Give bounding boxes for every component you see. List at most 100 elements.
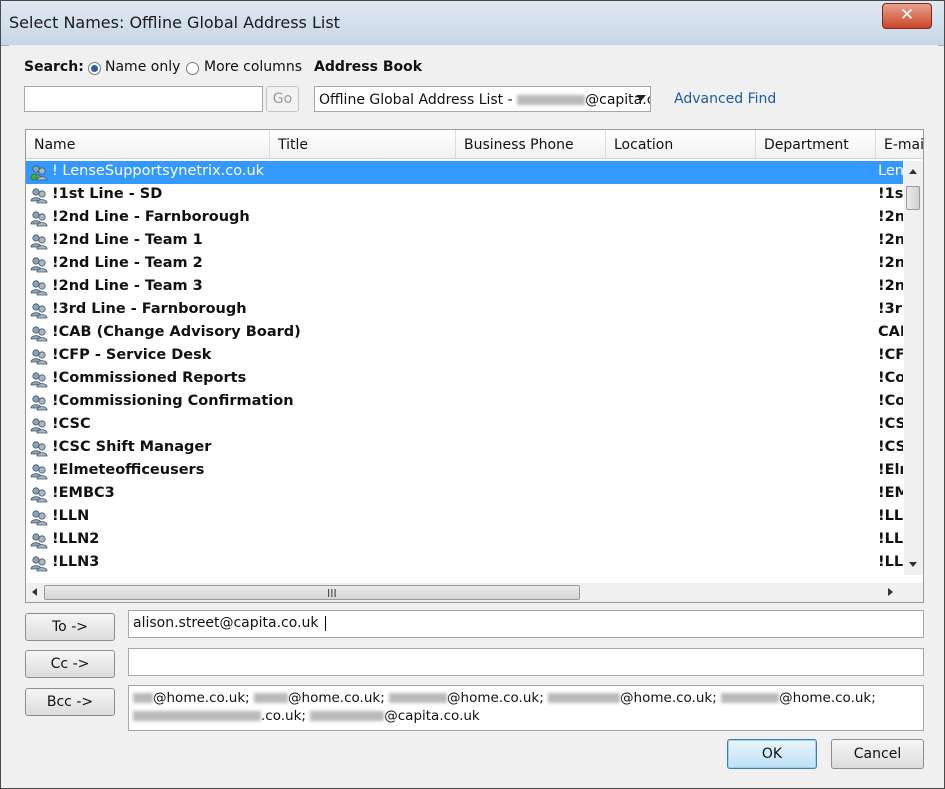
distribution-list-icon xyxy=(30,326,48,342)
list-item-name: !EMBC3 xyxy=(52,485,115,501)
column-header-name[interactable]: Name xyxy=(26,130,270,158)
address-list[interactable]: Name Title Business Phone Location Depar… xyxy=(25,129,924,603)
chevron-down-icon[interactable] xyxy=(636,95,646,101)
list-item-name: !3rd Line - Farnborough xyxy=(52,301,247,317)
ok-button[interactable]: OK xyxy=(727,739,817,769)
list-item[interactable]: !CSC Shift Manager !CS xyxy=(26,437,903,460)
horizontal-scrollbar[interactable]: III xyxy=(26,583,923,602)
horizontal-scroll-thumb[interactable]: III xyxy=(44,585,580,600)
more-columns-label[interactable]: More columns xyxy=(204,59,302,75)
to-button[interactable]: To -> xyxy=(25,613,115,641)
redacted-text xyxy=(133,711,261,721)
list-item[interactable]: !1st Line - SD !1st xyxy=(26,184,903,207)
close-button[interactable]: ✕ xyxy=(882,3,932,29)
title-bar[interactable]: Select Names: Offline Global Address Lis… xyxy=(1,1,944,46)
list-item-name: !Elmeteofficeusers xyxy=(52,462,205,478)
to-field[interactable]: alison.street@capita.co.uk xyxy=(128,610,924,638)
list-item-name: !CFP - Service Desk xyxy=(52,347,212,363)
list-item[interactable]: !2nd Line - Farnborough !2n xyxy=(26,207,903,230)
distribution-list-icon xyxy=(30,372,48,388)
list-item-name: !CSC xyxy=(52,416,91,432)
list-item-name: !2nd Line - Farnborough xyxy=(52,209,250,225)
list-item[interactable]: !2nd Line - Team 1 !2n xyxy=(26,230,903,253)
advanced-find-link[interactable]: Advanced Find xyxy=(674,91,776,107)
scroll-down-icon[interactable] xyxy=(909,562,917,567)
close-icon: ✕ xyxy=(899,5,915,25)
bcc-fragment: @home.co.uk; xyxy=(620,690,722,706)
name-only-radio[interactable] xyxy=(88,62,101,75)
search-label: Search: xyxy=(24,59,84,75)
address-book-label: Address Book xyxy=(314,59,423,75)
bcc-field[interactable]: @home.co.uk; @home.co.uk; @home.co.uk; @… xyxy=(128,685,924,731)
list-item-email: !LLI xyxy=(878,508,903,524)
select-names-dialog: Select Names: Offline Global Address Lis… xyxy=(0,0,945,789)
list-item-email: !1st xyxy=(878,186,903,202)
column-header-department[interactable]: Department xyxy=(756,130,876,158)
bcc-fragment: .co.uk; xyxy=(261,708,311,724)
list-item-email: CAE xyxy=(878,324,903,340)
go-button[interactable]: Go xyxy=(266,86,299,112)
list-item-email: !2n xyxy=(878,255,903,271)
distribution-list-icon xyxy=(30,234,48,250)
column-header-business-phone[interactable]: Business Phone xyxy=(456,130,606,158)
scroll-up-icon[interactable] xyxy=(909,169,917,174)
list-item[interactable]: !Commissioning Confirmation !Cor xyxy=(26,391,903,414)
cc-button[interactable]: Cc -> xyxy=(25,650,115,678)
bcc-fragment: @home.co.uk; xyxy=(447,690,549,706)
window-title: Select Names: Offline Global Address Lis… xyxy=(9,13,340,32)
vertical-scrollbar[interactable] xyxy=(904,161,923,575)
address-book-select[interactable]: Offline Global Address List - @capita.co… xyxy=(314,86,651,112)
distribution-list-icon xyxy=(30,487,48,503)
list-item[interactable]: !CFP - Service Desk !CF xyxy=(26,345,903,368)
address-book-prefix: Offline Global Address List - xyxy=(319,92,518,108)
list-item[interactable]: !LLN2 !LLI xyxy=(26,529,903,552)
list-item[interactable]: ! LenseSupportsynetrix.co.uk Lens xyxy=(26,161,903,184)
list-item-email: !Cor xyxy=(878,370,903,386)
distribution-list-icon xyxy=(30,533,48,549)
redacted-text xyxy=(721,693,780,703)
list-item[interactable]: !Elmeteofficeusers !Elr xyxy=(26,460,903,483)
list-item-name: ! LenseSupportsynetrix.co.uk xyxy=(52,163,265,179)
list-item[interactable]: !2nd Line - Team 3 !2n xyxy=(26,276,903,299)
scroll-left-icon[interactable] xyxy=(32,588,37,596)
column-header-email[interactable]: E-mail xyxy=(876,130,923,158)
list-item-email: !Elr xyxy=(878,462,903,478)
list-item[interactable]: !CAB (Change Advisory Board) CAE xyxy=(26,322,903,345)
list-item[interactable]: !LLN !LLI xyxy=(26,506,903,529)
list-item[interactable]: !EMBC3 !EM xyxy=(26,483,903,506)
dialog-body: Search: Name only More columns Address B… xyxy=(9,45,938,782)
distribution-list-icon xyxy=(30,280,48,296)
column-header-title[interactable]: Title xyxy=(270,130,456,158)
distribution-list-icon xyxy=(30,257,48,273)
list-item-name: !2nd Line - Team 1 xyxy=(52,232,203,248)
bcc-button[interactable]: Bcc -> xyxy=(25,688,115,716)
name-only-label[interactable]: Name only xyxy=(105,59,180,75)
search-input[interactable] xyxy=(24,86,263,112)
list-item-email: Lens xyxy=(878,163,903,179)
list-item[interactable]: !2nd Line - Team 2 !2n xyxy=(26,253,903,276)
distribution-list-icon xyxy=(30,165,48,181)
list-item-email: !Cor xyxy=(878,393,903,409)
list-item[interactable]: !CSC !CS xyxy=(26,414,903,437)
redacted-text xyxy=(548,693,621,703)
column-header-location[interactable]: Location xyxy=(606,130,756,158)
scroll-right-icon[interactable] xyxy=(888,588,893,596)
distribution-list-icon xyxy=(30,211,48,227)
more-columns-radio[interactable] xyxy=(186,62,199,75)
cc-field[interactable] xyxy=(128,648,924,676)
list-header: Name Title Business Phone Location Depar… xyxy=(26,130,923,159)
cancel-button[interactable]: Cancel xyxy=(831,739,924,769)
list-item-name: !2nd Line - Team 2 xyxy=(52,255,203,271)
distribution-list-icon xyxy=(30,188,48,204)
redacted-text xyxy=(310,711,385,721)
list-item-email: !2n xyxy=(878,232,903,248)
list-item[interactable]: !3rd Line - Farnborough !3r xyxy=(26,299,903,322)
list-item[interactable]: !LLN3 !LLI xyxy=(26,552,903,575)
text-caret xyxy=(324,615,326,631)
list-item-email: !2n xyxy=(878,209,903,225)
list-item-name: !CSC Shift Manager xyxy=(52,439,212,455)
list-item-email: !3r xyxy=(878,301,902,317)
distribution-list-icon xyxy=(30,349,48,365)
list-item[interactable]: !Commissioned Reports !Cor xyxy=(26,368,903,391)
vertical-scroll-thumb[interactable] xyxy=(906,186,920,210)
